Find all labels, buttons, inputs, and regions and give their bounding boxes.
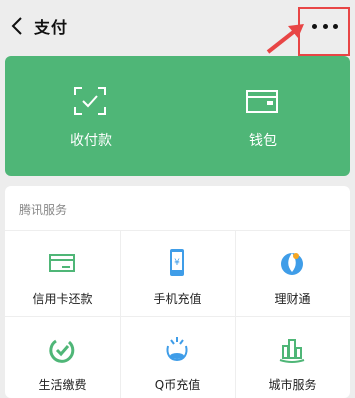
service-label: 城市服务 (268, 378, 317, 392)
wallet-icon (246, 90, 278, 113)
more-menu-highlight (298, 7, 350, 56)
service-label: 手机充值 (153, 292, 202, 306)
svg-text:¥: ¥ (174, 258, 180, 268)
back-arrow-icon[interactable] (8, 14, 28, 38)
service-label: 信用卡还款 (32, 292, 93, 306)
credit-card-icon (49, 254, 75, 272)
wealth-icon (281, 253, 303, 275)
service-qq-coin[interactable]: Q币充值 (120, 316, 235, 398)
bill-pay-icon (49, 339, 75, 363)
qq-coin-icon (166, 337, 188, 362)
scan-pay-label: 收付款 (70, 133, 112, 149)
wallet-label: 钱包 (249, 133, 277, 149)
scan-pay-button[interactable]: 收付款 (5, 56, 177, 176)
service-bill-pay[interactable]: 生活缴费 (5, 316, 120, 398)
service-label: 生活缴费 (38, 378, 87, 392)
wallet-card: 收付款 钱包 (5, 56, 350, 176)
city-service-icon (279, 339, 305, 363)
service-wealth[interactable]: 理财通 (235, 230, 350, 316)
service-phone-recharge[interactable]: ¥ 手机充值 (120, 230, 235, 316)
more-options-icon[interactable] (312, 24, 338, 30)
top-nav-bar: 支付 (0, 0, 355, 56)
page-title: 支付 (34, 18, 69, 37)
service-label: Q币充值 (154, 378, 201, 392)
services-section-title: 腾讯服务 (19, 203, 68, 217)
service-label: 理财通 (274, 292, 311, 306)
phone-recharge-icon: ¥ (170, 249, 184, 276)
tencent-services-panel: 腾讯服务 信用卡还款 ¥ 手机充值 理财通 生活缴费 Q币充值 城市服务 (5, 186, 350, 398)
wallet-button[interactable]: 钱包 (177, 56, 349, 176)
scan-pay-icon (74, 87, 106, 115)
service-credit-card[interactable]: 信用卡还款 (5, 230, 120, 316)
service-city[interactable]: 城市服务 (235, 316, 350, 398)
